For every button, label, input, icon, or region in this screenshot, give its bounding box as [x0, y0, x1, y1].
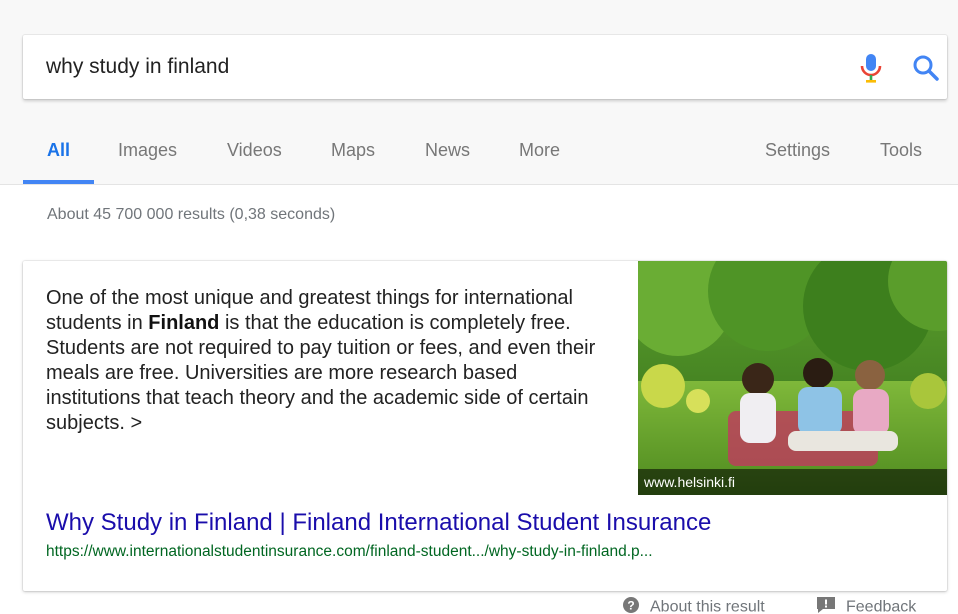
tab-tools[interactable]: Tools	[880, 140, 922, 161]
tab-images[interactable]: Images	[118, 140, 177, 161]
search-icon[interactable]	[911, 53, 941, 83]
microphone-icon[interactable]	[859, 52, 883, 84]
about-this-result[interactable]: ? About this result	[622, 596, 765, 614]
feedback-label: Feedback	[846, 598, 917, 614]
snippet-bold-term: Finland	[148, 312, 220, 334]
image-source-caption: www.helsinki.fi	[638, 469, 947, 495]
result-title-link[interactable]: Why Study in Finland | Finland Internati…	[46, 509, 711, 537]
about-this-result-label: About this result	[650, 598, 765, 614]
tab-settings[interactable]: Settings	[765, 140, 830, 161]
tab-all[interactable]: All	[47, 140, 70, 161]
featured-snippet-text: One of the most unique and greatest thin…	[46, 286, 616, 436]
feedback-link[interactable]: Feedback	[816, 596, 916, 614]
snippet-image[interactable]: www.helsinki.fi	[638, 261, 947, 495]
search-tabs: All Images Videos Maps News More Setting…	[0, 140, 958, 184]
tab-more[interactable]: More	[519, 140, 560, 161]
featured-snippet-card: One of the most unique and greatest thin…	[23, 261, 947, 591]
help-icon: ?	[622, 596, 640, 614]
feedback-icon	[816, 596, 836, 614]
tab-videos[interactable]: Videos	[227, 140, 282, 161]
active-tab-indicator	[23, 180, 94, 184]
result-stats: About 45 700 000 results (0,38 seconds)	[47, 206, 336, 223]
result-url[interactable]: https://www.internationalstudentinsuranc…	[46, 543, 653, 561]
tab-news[interactable]: News	[425, 140, 470, 161]
svg-text:?: ?	[627, 599, 634, 613]
search-input[interactable]: why study in finland	[46, 55, 229, 79]
search-box[interactable]: why study in finland	[23, 35, 947, 99]
tab-maps[interactable]: Maps	[331, 140, 375, 161]
